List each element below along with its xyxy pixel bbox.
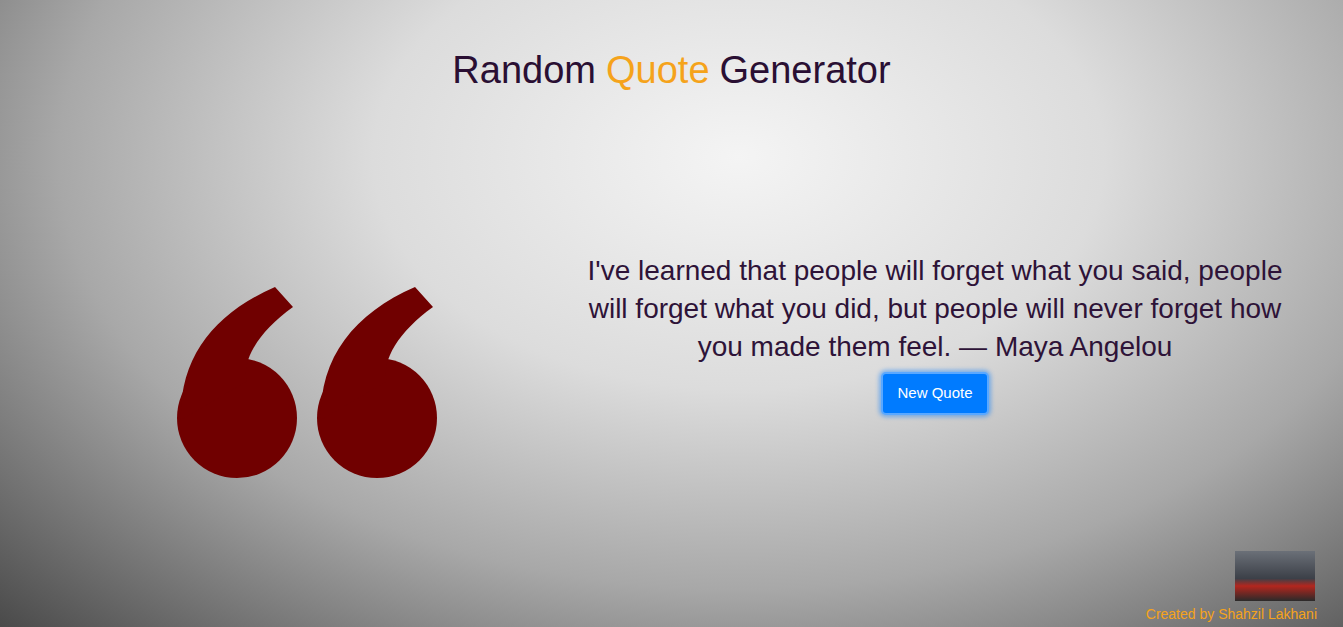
page-title: RandomQuoteGenerator	[0, 0, 1343, 94]
title-highlight: Quote	[606, 46, 710, 94]
page: RandomQuoteGenerator I've learned that pe…	[0, 0, 1343, 627]
quote-panel: I've learned that people will forget wha…	[580, 252, 1290, 415]
car-photo	[1235, 551, 1315, 601]
quote-area: I've learned that people will forget wha…	[0, 94, 1343, 480]
quote-text: I've learned that people will forget wha…	[580, 252, 1290, 366]
new-quote-button[interactable]: New Quote	[881, 372, 988, 415]
credit-text: Created by Shahzil Lakhani	[1146, 605, 1317, 623]
title-word: Generator	[720, 46, 891, 94]
quote-mark-icon	[175, 285, 440, 480]
footer: Created by Shahzil Lakhani	[1146, 551, 1343, 627]
title-word: Random	[452, 46, 596, 94]
